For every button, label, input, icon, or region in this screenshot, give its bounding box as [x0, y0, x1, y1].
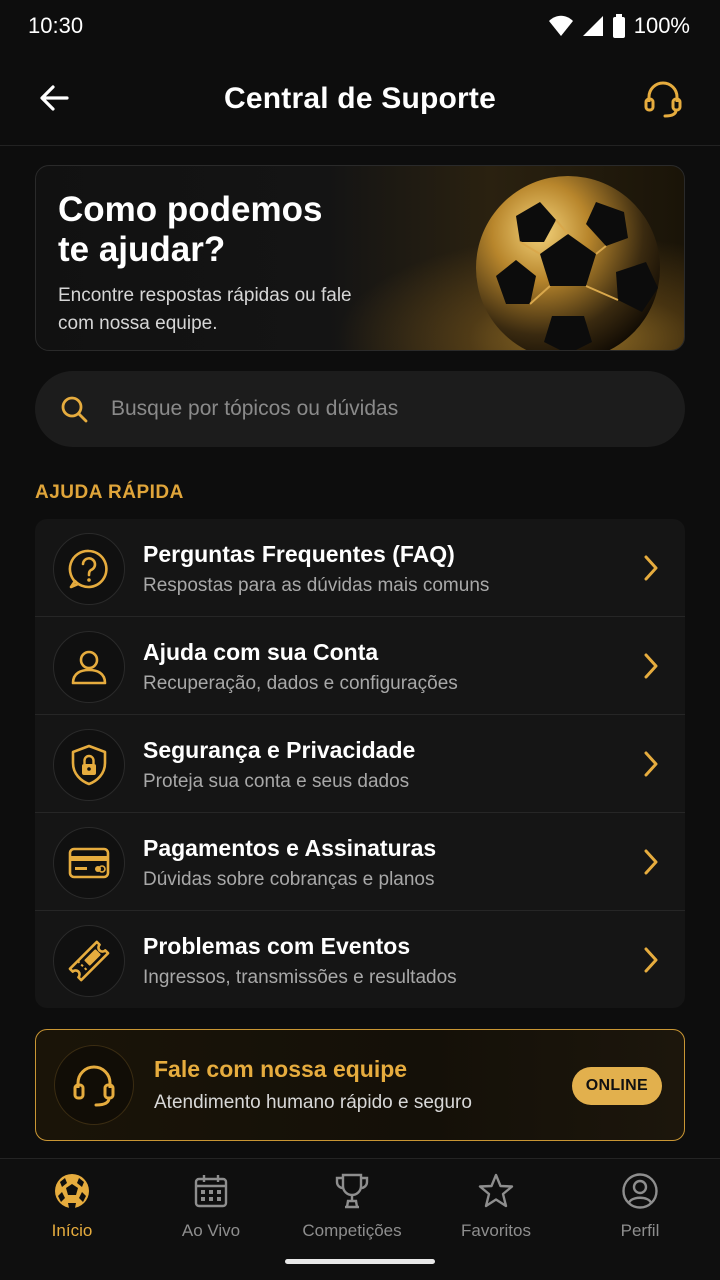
question-bubble-icon [53, 533, 125, 605]
chevron-right-icon [639, 555, 663, 581]
arrow-left-icon [39, 84, 69, 116]
headset-icon [54, 1045, 134, 1125]
search-bar[interactable] [35, 371, 685, 447]
list-item-subtitle: Dúvidas sobre cobranças e planos [143, 869, 435, 890]
list-item-title: Segurança e Privacidade [143, 737, 416, 763]
nav-item-ao-vivo[interactable]: Ao Vivo [151, 1171, 271, 1251]
page-title: Central de Suporte [224, 81, 496, 115]
list-item-subtitle: Respostas para as dúvidas mais comuns [143, 575, 490, 596]
chevron-right-icon [639, 653, 663, 679]
list-item-faq[interactable]: Perguntas Frequentes (FAQ) Respostas par… [35, 519, 685, 617]
search-input[interactable] [111, 397, 651, 421]
status-icons: 100% [548, 13, 690, 39]
hero-title: Como podemos te ajudar? [58, 190, 323, 269]
list-item-subtitle: Proteja sua conta e seus dados [143, 771, 410, 792]
list-item-title: Problemas com Eventos [143, 933, 411, 959]
hero-banner: Como podemos te ajudar? Encontre respost… [35, 165, 685, 351]
soccer-ball-icon [52, 1171, 92, 1211]
list-item-payments[interactable]: Pagamentos e Assinaturas Dúvidas sobre c… [35, 813, 685, 911]
battery-icon [612, 14, 626, 38]
chevron-right-icon [639, 751, 663, 777]
nav-item-favoritos[interactable]: Favoritos [436, 1171, 556, 1251]
app-header: Central de Suporte [0, 52, 720, 146]
chevron-right-icon [639, 947, 663, 973]
nav-item-competicoes[interactable]: Competições [292, 1171, 412, 1251]
profile-icon [620, 1171, 660, 1211]
contact-subtitle: Atendimento humano rápido e seguro [154, 1092, 472, 1113]
home-indicator[interactable] [285, 1259, 435, 1264]
user-icon [53, 631, 125, 703]
status-time: 10:30 [28, 13, 84, 38]
shield-lock-icon [53, 729, 125, 801]
list-item-title: Perguntas Frequentes (FAQ) [143, 541, 455, 567]
quick-help-list: Perguntas Frequentes (FAQ) Respostas par… [35, 519, 685, 1008]
ticket-icon [53, 925, 125, 997]
battery-percent: 100% [633, 13, 690, 38]
search-icon [59, 394, 89, 424]
status-bar: 10:30 100% [0, 0, 720, 52]
wifi-icon [548, 15, 574, 37]
cell-signal-icon [582, 15, 604, 37]
nav-label: Competições [302, 1221, 402, 1240]
list-item-account[interactable]: Ajuda com sua Conta Recuperação, dados e… [35, 617, 685, 715]
nav-label: Perfil [620, 1221, 660, 1240]
status-badge: ONLINE [571, 1067, 662, 1105]
credit-card-icon [53, 827, 125, 899]
chevron-right-icon [639, 849, 663, 875]
headset-icon [642, 78, 684, 125]
section-title-quick-help: AJUDA RÁPIDA [35, 482, 184, 503]
nav-label: Início [51, 1221, 93, 1240]
soccer-ball-illustration [456, 176, 676, 350]
nav-item-inicio[interactable]: Início [12, 1171, 132, 1251]
contact-title: Fale com nossa equipe [154, 1056, 408, 1082]
support-button[interactable] [640, 78, 686, 124]
trophy-icon [332, 1171, 372, 1211]
back-button[interactable] [36, 82, 72, 118]
contact-team-card[interactable]: Fale com nossa equipe Atendimento humano… [35, 1029, 685, 1141]
star-icon [476, 1171, 516, 1211]
hero-subtitle: Encontre respostas rápidas ou fale com n… [58, 285, 352, 334]
list-item-security[interactable]: Segurança e Privacidade Proteja sua cont… [35, 715, 685, 813]
list-item-events[interactable]: Problemas com Eventos Ingressos, transmi… [35, 911, 685, 1008]
nav-label: Ao Vivo [181, 1221, 241, 1240]
list-item-subtitle: Ingressos, transmissões e resultados [143, 967, 457, 988]
nav-label: Favoritos [461, 1221, 531, 1240]
list-item-title: Pagamentos e Assinaturas [143, 835, 437, 861]
calendar-icon [191, 1171, 231, 1211]
list-item-title: Ajuda com sua Conta [143, 639, 379, 665]
nav-item-perfil[interactable]: Perfil [580, 1171, 700, 1251]
list-item-subtitle: Recuperação, dados e configurações [143, 673, 458, 694]
